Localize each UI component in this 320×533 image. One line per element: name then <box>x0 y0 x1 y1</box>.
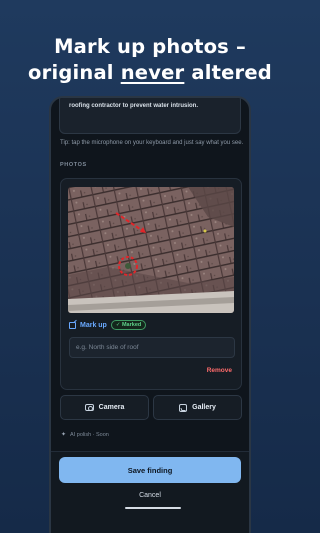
sparkle-icon: ✦ <box>61 432 67 438</box>
notes-textarea[interactable]: roofing contractor to prevent water intr… <box>59 98 241 134</box>
markup-row: Mark up ✓ Marked <box>69 320 147 330</box>
ai-polish-note: ✦ AI polish · Soon <box>61 431 109 439</box>
dictation-tip: Tip: tap the microphone on your keyboard… <box>60 140 244 146</box>
gallery-icon <box>179 403 188 412</box>
photo-source-buttons: Camera Gallery <box>60 395 242 420</box>
cancel-button[interactable]: Cancel <box>51 492 249 499</box>
headline: Mark up photos – original never altered <box>0 34 300 86</box>
phone-screen: roofing contractor to prevent water intr… <box>49 96 251 533</box>
headline-line-2: original never altered <box>28 60 272 86</box>
remove-photo-button[interactable]: Remove <box>207 367 232 374</box>
headline-text: altered <box>184 61 272 84</box>
marked-badge: ✓ Marked <box>110 320 147 330</box>
headline-line-1: Mark up photos – <box>54 35 246 58</box>
bottom-action-panel: Save finding Cancel <box>51 451 249 533</box>
photo-card: Mark up ✓ Marked Remove <box>60 178 242 390</box>
gallery-button-label: Gallery <box>192 404 216 411</box>
photos-section-label: PHOTOS <box>60 162 87 168</box>
camera-button-label: Camera <box>98 404 125 411</box>
camera-icon <box>84 404 94 411</box>
markup-button[interactable]: Mark up <box>80 322 107 329</box>
save-finding-button[interactable]: Save finding <box>59 457 241 483</box>
photo-caption-input[interactable] <box>69 337 235 358</box>
camera-button[interactable]: Camera <box>60 395 149 420</box>
home-indicator <box>125 507 181 509</box>
gallery-button[interactable]: Gallery <box>153 395 242 420</box>
roof-photo[interactable] <box>68 187 234 313</box>
ai-polish-label: AI polish · Soon <box>70 431 109 438</box>
edit-icon <box>69 321 76 329</box>
headline-text: original <box>28 61 121 84</box>
notes-text: roofing contractor to prevent water intr… <box>69 103 199 109</box>
headline-emphasis: never <box>120 61 185 84</box>
roof-photo-image <box>68 187 234 313</box>
